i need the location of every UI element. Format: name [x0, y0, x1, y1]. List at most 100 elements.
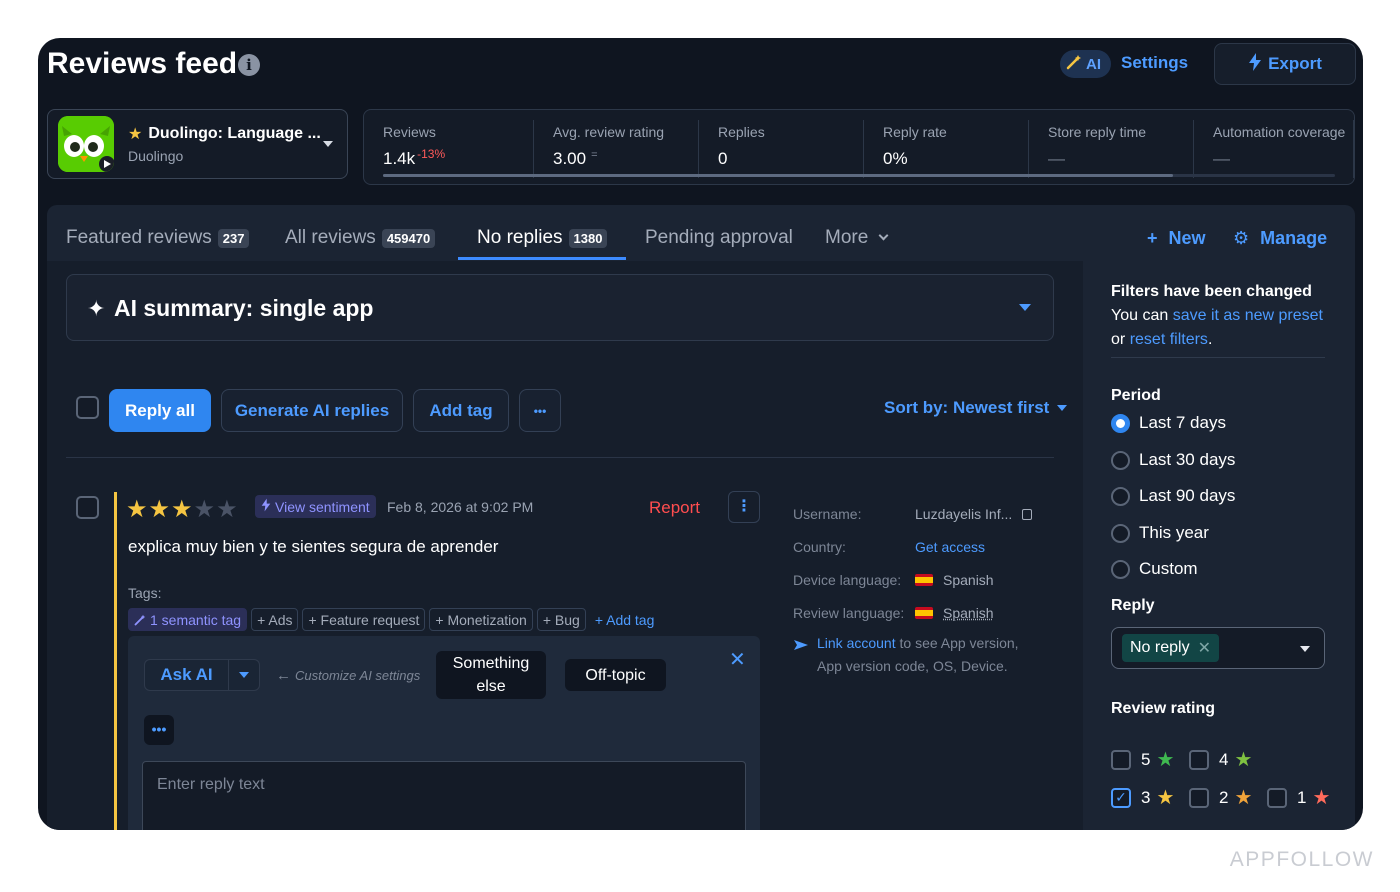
rating-option[interactable]: 1 ★: [1267, 785, 1330, 810]
sentiment-label: View sentiment: [275, 498, 370, 515]
tab-label: All reviews: [285, 227, 376, 248]
rating-checkbox[interactable]: ✓: [1111, 787, 1131, 808]
export-button[interactable]: Export: [1214, 43, 1356, 85]
divider: [66, 457, 1054, 458]
add-tag-button[interactable]: Add tag: [413, 389, 509, 432]
ai-badge[interactable]: AI: [1060, 50, 1111, 78]
scrollbar-thumb[interactable]: [383, 174, 1174, 177]
sort-dropdown[interactable]: Sort by: Newest first: [884, 398, 1068, 418]
rating-option[interactable]: 2 ★: [1189, 785, 1252, 810]
meta-value: Spanish: [915, 605, 994, 621]
reset-filters-link[interactable]: reset filters: [1130, 331, 1208, 348]
rating-checkbox[interactable]: [1111, 749, 1131, 770]
close-icon[interactable]: ✕: [729, 647, 746, 672]
radio-button[interactable]: [1111, 559, 1130, 579]
settings-link[interactable]: Settings: [1121, 53, 1188, 73]
tab-label: No replies: [477, 227, 563, 248]
select-all-checkbox[interactable]: [76, 396, 99, 419]
get-access-link[interactable]: Get access: [915, 539, 985, 555]
reply-chip-something-else[interactable]: Something else: [436, 651, 546, 699]
info-icon[interactable]: i: [238, 54, 260, 76]
new-label: New: [1168, 228, 1206, 248]
review-text: explica muy bien y te sientes segura de …: [128, 537, 499, 556]
rating-option[interactable]: ✓ 3 ★: [1111, 785, 1174, 810]
app-selector[interactable]: ★ Duolingo: Language ... Duolingo: [47, 109, 348, 179]
reply-chip-off-topic[interactable]: Off-topic: [565, 659, 666, 691]
more-options-button[interactable]: •••: [144, 715, 174, 745]
reply-filter-select[interactable]: No reply ✕: [1111, 627, 1325, 669]
stat-number: 3.00: [553, 149, 587, 168]
period-option[interactable]: This year: [1111, 523, 1209, 543]
review-language-value[interactable]: Spanish: [943, 605, 994, 621]
ai-summary-title: AI summary: single app: [114, 295, 374, 321]
link-account-link[interactable]: Link account: [817, 635, 896, 651]
rating-checkbox[interactable]: [1189, 787, 1209, 808]
semantic-tag[interactable]: 1 semantic tag: [128, 608, 248, 631]
rating-color-bar: [114, 492, 117, 830]
radio-button[interactable]: [1111, 413, 1130, 433]
caret-down-icon: [1300, 646, 1310, 652]
star-icon: ★: [1156, 787, 1175, 809]
tag-ads[interactable]: + Ads: [251, 608, 299, 631]
tag-feature-request[interactable]: + Feature request: [302, 608, 426, 631]
ai-summary-panel[interactable]: ✦ AI summary: single app: [66, 274, 1054, 341]
ask-ai-dropdown[interactable]: [229, 660, 259, 690]
report-button[interactable]: Report: [649, 498, 700, 518]
star-icon: ★: [128, 126, 143, 143]
rating-option[interactable]: 5 ★: [1111, 747, 1174, 772]
period-option[interactable]: Custom: [1111, 559, 1198, 579]
customize-ai-settings-link[interactable]: ← Customize AI settings: [276, 667, 420, 684]
reply-all-button[interactable]: Reply all: [109, 389, 211, 432]
period-option[interactable]: Last 90 days: [1111, 486, 1235, 506]
tab-no-replies[interactable]: No replies 1380: [477, 227, 608, 249]
save-preset-link[interactable]: save it as new preset: [1173, 307, 1323, 324]
radio-button[interactable]: [1111, 523, 1130, 543]
radio-button[interactable]: [1111, 450, 1130, 470]
tab-label: Featured reviews: [66, 227, 212, 248]
star-filled-icon: ★: [148, 496, 171, 523]
generate-ai-replies-button[interactable]: Generate AI replies: [221, 389, 403, 432]
rating-checkbox[interactable]: [1189, 749, 1209, 770]
view-sentiment-button[interactable]: View sentiment: [255, 495, 376, 518]
magic-wand-icon: [134, 614, 146, 625]
ai-badge-label: AI: [1086, 55, 1101, 73]
tag-monetization[interactable]: + Monetization: [429, 608, 533, 631]
radio-button[interactable]: [1111, 486, 1130, 506]
review-menu-icon[interactable]: ⋮: [728, 491, 760, 523]
period-option-label: Last 90 days: [1139, 486, 1236, 505]
filters-note-text: You can: [1111, 307, 1169, 324]
reply-text-input[interactable]: [142, 761, 746, 830]
ask-ai-button[interactable]: Ask AI: [145, 660, 229, 690]
tab-more[interactable]: More: [825, 227, 889, 249]
new-tab-button[interactable]: + New: [1147, 228, 1206, 249]
tab-all-reviews[interactable]: All reviews 459470: [285, 227, 436, 249]
chevron-down-icon[interactable]: [1019, 304, 1031, 311]
stat-value: 3.00 =: [553, 149, 598, 169]
period-option[interactable]: Last 7 days: [1111, 413, 1226, 433]
tab-featured-reviews[interactable]: Featured reviews 237: [66, 227, 250, 249]
reply-filter-title: Reply: [1111, 597, 1155, 614]
reviews-content: ✦ AI summary: single app Reply all Gener…: [47, 261, 1083, 830]
rating-option[interactable]: 4 ★: [1189, 747, 1252, 772]
sort-label: Sort by: Newest first: [884, 398, 1050, 417]
filters-sidebar: Filters have been changed You can save i…: [1083, 261, 1355, 830]
manage-tabs-button[interactable]: ⚙ Manage: [1233, 228, 1327, 249]
rating-checkbox[interactable]: [1267, 787, 1287, 808]
close-icon[interactable]: ✕: [1198, 638, 1211, 658]
tab-pending-approval[interactable]: Pending approval: [645, 227, 793, 249]
add-tag-link[interactable]: + Add tag: [590, 608, 660, 631]
review-checkbox[interactable]: [76, 496, 99, 519]
device-language-value: Spanish: [943, 572, 994, 588]
tab-count: 237: [217, 228, 250, 248]
chevron-down-icon: [878, 230, 889, 240]
app-logo: [58, 116, 114, 172]
period-option[interactable]: Last 30 days: [1111, 450, 1235, 470]
stats-scrollbar[interactable]: [383, 174, 1335, 177]
app-name-label: Duolingo: Language ...: [148, 125, 321, 142]
star-icon: ★: [1234, 787, 1253, 809]
copy-icon[interactable]: [1022, 508, 1033, 520]
meta-value: Luzdayelis Inf...: [915, 506, 1033, 522]
more-actions-button[interactable]: •••: [519, 389, 561, 432]
tag-bug[interactable]: + Bug: [536, 608, 586, 631]
ask-ai-button-group: Ask AI: [144, 659, 260, 691]
